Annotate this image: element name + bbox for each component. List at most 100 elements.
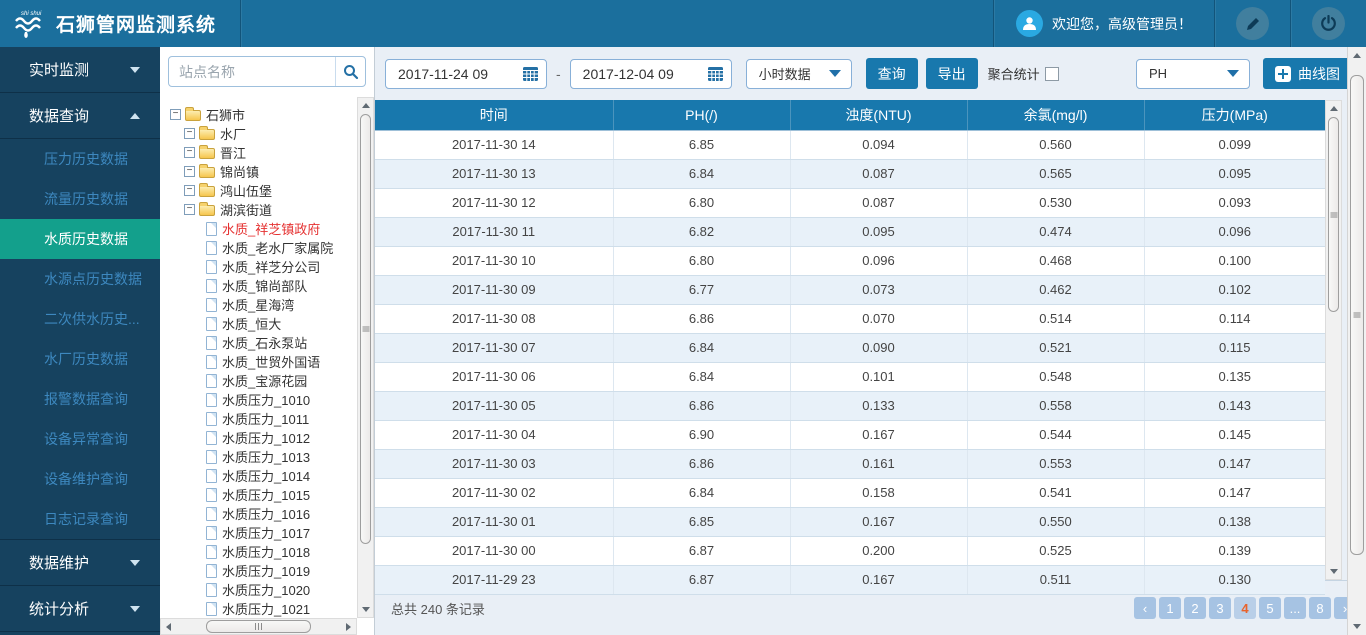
sidebar-item[interactable]: 日志记录查询 <box>0 499 160 539</box>
tree-leaf[interactable]: 水质_老水厂家属院 <box>160 238 357 257</box>
column-header[interactable]: 余氯(mg/l) <box>967 100 1144 130</box>
page-button-8[interactable]: 8 <box>1309 597 1331 619</box>
tree-leaf[interactable]: 水质压力_1018 <box>160 542 357 561</box>
table-row[interactable]: 2017-11-30 026.840.1580.5410.147 <box>375 478 1325 507</box>
tree-leaf[interactable]: 水质_宝源花园 <box>160 371 357 390</box>
ellipsis-page-button[interactable]: ... <box>1284 597 1306 619</box>
scroll-down-icon[interactable] <box>1326 564 1341 579</box>
collapse-icon[interactable]: − <box>184 185 195 196</box>
sidebar-item[interactable]: 水厂历史数据 <box>0 339 160 379</box>
export-button[interactable]: 导出 <box>926 58 978 89</box>
date-from-input[interactable]: 2017-11-24 09 <box>385 59 547 89</box>
tree-leaf[interactable]: 水质压力_1012 <box>160 428 357 447</box>
column-header[interactable]: 时间 <box>375 100 613 130</box>
tree-folder[interactable]: −石狮市 <box>160 105 357 124</box>
tree-leaf[interactable]: 水质_祥芝分公司 <box>160 257 357 276</box>
tree-horizontal-scrollbar[interactable] <box>160 618 357 635</box>
sidebar-item[interactable]: 设备维护查询 <box>0 459 160 499</box>
sidebar-section[interactable]: 数据维护 <box>0 540 160 586</box>
search-button[interactable] <box>335 57 365 86</box>
tree-folder[interactable]: −湖滨街道 <box>160 200 357 219</box>
table-vertical-scrollbar[interactable] <box>1325 100 1342 580</box>
tree-leaf[interactable]: 水质压力_1015 <box>160 485 357 504</box>
tree-leaf[interactable]: 水质压力_1016 <box>160 504 357 523</box>
prev-page-button[interactable]: ‹ <box>1134 597 1156 619</box>
tree-leaf[interactable]: 水质压力_1010 <box>160 390 357 409</box>
tree-vertical-scrollbar[interactable] <box>357 97 374 618</box>
table-row[interactable]: 2017-11-30 136.840.0870.5650.095 <box>375 159 1325 188</box>
aggregate-checkbox[interactable] <box>1045 67 1059 81</box>
tree-scroll-thumb[interactable] <box>360 114 371 544</box>
page-button-4[interactable]: 4 <box>1234 597 1256 619</box>
parameter-select[interactable]: PH <box>1136 59 1250 89</box>
collapse-icon[interactable]: − <box>184 147 195 158</box>
tree-leaf[interactable]: 水质压力_1020 <box>160 580 357 599</box>
tree-leaf[interactable]: 水质_世贸外国语 <box>160 352 357 371</box>
collapse-icon[interactable]: − <box>170 109 181 120</box>
station-search-input[interactable] <box>169 64 335 80</box>
table-row[interactable]: 2017-11-30 096.770.0730.4620.102 <box>375 275 1325 304</box>
table-row[interactable]: 2017-11-30 046.900.1670.5440.145 <box>375 420 1325 449</box>
collapse-icon[interactable]: − <box>184 128 195 139</box>
page-button-3[interactable]: 3 <box>1209 597 1231 619</box>
tree-leaf[interactable]: 水质压力_1011 <box>160 409 357 428</box>
tree-leaf[interactable]: 水质压力_1013 <box>160 447 357 466</box>
column-header[interactable]: 压力(MPa) <box>1144 100 1325 130</box>
scroll-up-icon[interactable] <box>1326 101 1341 116</box>
collapse-icon[interactable]: − <box>184 204 195 215</box>
scroll-right-icon[interactable] <box>341 619 356 634</box>
tree-leaf[interactable]: 水质压力_1014 <box>160 466 357 485</box>
tree-leaf[interactable]: 水质压力_1021 <box>160 599 357 618</box>
curve-chart-button[interactable]: 曲线图 <box>1263 58 1352 89</box>
scroll-left-icon[interactable] <box>161 619 176 634</box>
tree-leaf[interactable]: 水质压力_1019 <box>160 561 357 580</box>
scroll-up-icon[interactable] <box>1349 48 1364 63</box>
table-row[interactable]: 2017-11-30 056.860.1330.5580.143 <box>375 391 1325 420</box>
table-row[interactable]: 2017-11-30 076.840.0900.5210.115 <box>375 333 1325 362</box>
tree-leaf[interactable]: 水质_恒大 <box>160 314 357 333</box>
sidebar-item[interactable]: 设备异常查询 <box>0 419 160 459</box>
sidebar-item[interactable]: 二次供水历史... <box>0 299 160 339</box>
page-button-5[interactable]: 5 <box>1259 597 1281 619</box>
page-vertical-scrollbar[interactable] <box>1347 47 1366 635</box>
column-header[interactable]: PH(/) <box>613 100 790 130</box>
table-scroll-thumb[interactable] <box>1328 117 1339 312</box>
tree-leaf[interactable]: 水质_石永泵站 <box>160 333 357 352</box>
sidebar-item[interactable]: 水质历史数据 <box>0 219 160 259</box>
tree-folder[interactable]: −锦尚镇 <box>160 162 357 181</box>
scroll-down-icon[interactable] <box>1349 619 1364 634</box>
sidebar-section[interactable]: 实时监测 <box>0 47 160 93</box>
sidebar-item[interactable]: 流量历史数据 <box>0 179 160 219</box>
logout-button[interactable] <box>1312 7 1345 40</box>
calendar-icon[interactable] <box>708 67 723 81</box>
tree-leaf[interactable]: 水质_星海湾 <box>160 295 357 314</box>
tree-leaf[interactable]: 水质_祥芝镇政府 <box>160 219 357 238</box>
tree-leaf[interactable]: 水质_锦尚部队 <box>160 276 357 295</box>
table-row[interactable]: 2017-11-30 006.870.2000.5250.139 <box>375 536 1325 565</box>
table-row[interactable]: 2017-11-30 126.800.0870.5300.093 <box>375 188 1325 217</box>
table-row[interactable]: 2017-11-30 036.860.1610.5530.147 <box>375 449 1325 478</box>
column-header[interactable]: 浊度(NTU) <box>790 100 967 130</box>
scroll-up-icon[interactable] <box>358 98 373 113</box>
tree-leaf[interactable]: 水质压力_1017 <box>160 523 357 542</box>
table-row[interactable]: 2017-11-30 106.800.0960.4680.100 <box>375 246 1325 275</box>
page-scroll-thumb[interactable] <box>1350 75 1364 555</box>
sidebar-item[interactable]: 报警数据查询 <box>0 379 160 419</box>
calendar-icon[interactable] <box>523 67 538 81</box>
interval-select[interactable]: 小时数据 <box>746 59 852 89</box>
date-to-input[interactable]: 2017-12-04 09 <box>570 59 732 89</box>
query-button[interactable]: 查询 <box>866 58 918 89</box>
tree-folder[interactable]: −鸿山伍堡 <box>160 181 357 200</box>
sidebar-item[interactable]: 压力历史数据 <box>0 139 160 179</box>
collapse-icon[interactable]: − <box>184 166 195 177</box>
edit-button[interactable] <box>1236 7 1269 40</box>
table-row[interactable]: 2017-11-30 066.840.1010.5480.135 <box>375 362 1325 391</box>
page-button-2[interactable]: 2 <box>1184 597 1206 619</box>
table-row[interactable]: 2017-11-29 236.870.1670.5110.130 <box>375 565 1325 594</box>
tree-folder[interactable]: −水厂 <box>160 124 357 143</box>
tree-folder[interactable]: −晋江 <box>160 143 357 162</box>
table-row[interactable]: 2017-11-30 146.850.0940.5600.099 <box>375 130 1325 159</box>
sidebar-item[interactable]: 水源点历史数据 <box>0 259 160 299</box>
sidebar-section[interactable]: 统计分析 <box>0 586 160 632</box>
table-row[interactable]: 2017-11-30 016.850.1670.5500.138 <box>375 507 1325 536</box>
